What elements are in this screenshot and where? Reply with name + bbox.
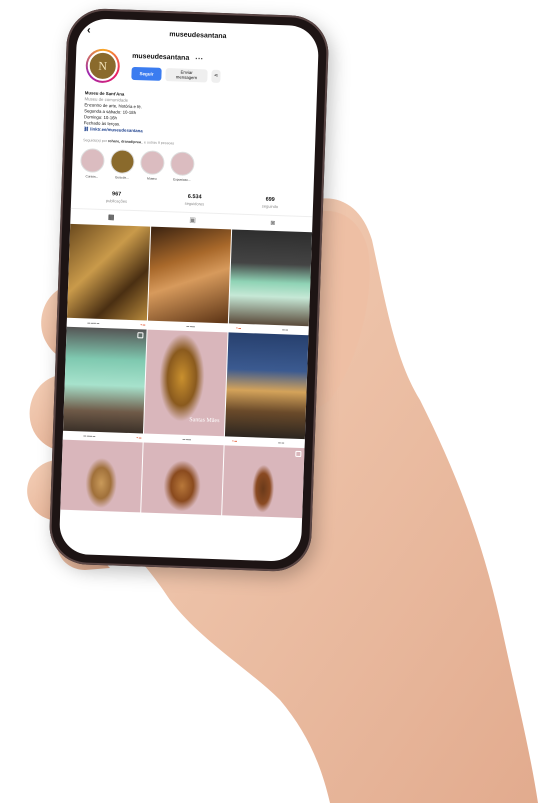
highlight-label: Cursos... [85,174,99,179]
follow-button[interactable]: Seguir [131,66,162,81]
phone-frame: ‹ museudesantana N museudesantana ··· Se… [48,7,330,573]
carousel-icon [137,332,144,339]
highlight-label: Exposicao... [173,177,191,182]
stat-followers[interactable]: 6.534 seguidores [185,194,205,207]
profile-username: museudesantana [131,52,190,62]
profile-stats: 967 publicações 6.534 seguidores 699 seg… [71,190,313,210]
highlight-label: Guia de... [114,175,129,180]
stat-posts[interactable]: 967 publicações [106,191,128,204]
carousel-icon [295,450,302,458]
highlight-circle [80,148,105,173]
back-arrow-icon[interactable]: ‹ [87,24,91,36]
post-thumbnail[interactable] [66,223,151,321]
avatar[interactable]: N [85,48,121,84]
highlight-label: Museu [147,176,157,181]
highlight-circle [110,149,135,175]
avatar-initial: N [87,50,119,82]
header-title: museudesantana [169,30,227,40]
post-thumbnail[interactable] [141,442,224,516]
highlight-item[interactable]: Guia de... [110,149,135,180]
profile-buttons: Seguir Enviar mensagem ⋖ [131,66,221,83]
add-user-icon[interactable]: ⋖ [211,69,221,83]
tagged-icon[interactable]: ◙ [271,219,275,226]
post-overlay-text: Santas Mães [189,417,220,425]
post-thumbnail[interactable] [147,226,232,324]
post-thumbnail[interactable] [60,439,143,513]
highlight-item[interactable]: Cursos... [80,148,105,179]
phone-screen: ‹ museudesantana N museudesantana ··· Se… [58,17,320,563]
highlight-circle [140,150,165,176]
reels-icon[interactable]: ▣ [189,216,196,224]
story-highlights: Cursos... Guia de... Museu Exposicao... [72,142,315,186]
grid-icon[interactable]: ▦ [108,213,115,221]
post-thumbnail[interactable] [63,326,147,434]
post-thumbnail[interactable] [222,445,305,519]
post-thumbnail[interactable] [224,332,309,440]
posts-grid: ▬ ▬▬ ▬ ● ▬ ▬ ▬▬ ● ▬ ▬ ▬ Santas Mães ▬ ▬▬ ▬ ● … [60,223,313,519]
post-thumbnail[interactable] [228,229,313,327]
stat-following[interactable]: 699 seguindo [262,196,279,209]
profile-info: museudesantana ··· Seguir Enviar mensage… [131,52,221,83]
more-options-icon[interactable]: ··· [195,54,203,63]
post-thumbnail[interactable]: Santas Mães [143,329,228,437]
highlight-item[interactable]: Museu [140,150,165,181]
highlight-circle [169,151,195,177]
highlight-item[interactable]: Exposicao... [169,151,195,182]
bio: Museu de Sant'Ana Museu de comunidade En… [73,82,317,140]
message-button[interactable]: Enviar mensagem [165,68,208,83]
